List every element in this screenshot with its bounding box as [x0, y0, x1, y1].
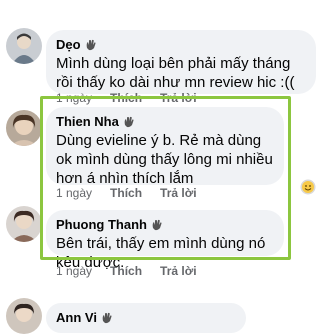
avatar-phuong-thanh[interactable] [6, 206, 42, 242]
comment-actions-3: 1 ngày Thích Trả lời [56, 264, 215, 278]
like-button[interactable]: Thích [110, 264, 142, 278]
comment-time[interactable]: 1 ngày [56, 264, 92, 278]
author-name[interactable]: Dẹo [56, 37, 81, 52]
avatar-deo[interactable] [6, 28, 42, 64]
avatar-thien-nha[interactable] [6, 110, 42, 146]
reply-button[interactable]: Trả lời [160, 264, 197, 278]
reaction-emoji-icon[interactable] [300, 179, 316, 195]
comment-author[interactable]: Dẹo [56, 35, 306, 53]
comment-text: Mình dùng loại bên phải mấy tháng rồi th… [56, 55, 295, 91]
badge-icon [86, 39, 96, 50]
comment-bubble-4: Ann Vi [46, 303, 246, 333]
comment-author[interactable]: Ann Vi [56, 308, 236, 326]
comment-bubble-1: Dẹo Mình dùng loại bên phải mấy tháng rồ… [46, 30, 316, 94]
badge-icon [102, 312, 112, 323]
author-name[interactable]: Ann Vi [56, 310, 97, 325]
avatar-ann-vi[interactable] [6, 298, 42, 334]
highlight-frame [40, 96, 291, 260]
